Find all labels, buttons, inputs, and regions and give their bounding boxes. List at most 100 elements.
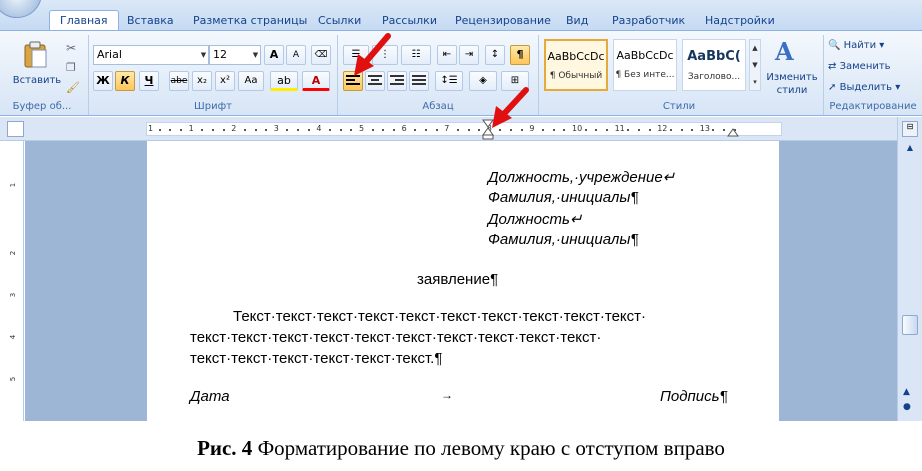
browse-object-icon[interactable]: ● (903, 402, 911, 412)
tab-insert[interactable]: Вставка (127, 11, 174, 30)
ruler-tick (382, 129, 385, 131)
align-center-button[interactable] (365, 71, 385, 91)
horizontal-ruler[interactable]: 1 1 2 3 4 5 6 7 8 9 10 11 12 13 (0, 117, 922, 141)
change-case-button[interactable]: Aa (238, 71, 264, 91)
tab-home[interactable]: Главная (49, 10, 119, 31)
replace-label: Заменить (839, 61, 891, 72)
editing-group-label: Редактирование (829, 101, 917, 112)
superscript-button[interactable]: x² (215, 71, 235, 91)
chevron-down-icon[interactable]: ▼ (250, 46, 261, 64)
word-window: Главная Вставка Разметка страницы Ссылки… (0, 0, 922, 471)
show-marks-button[interactable]: ¶ (510, 45, 530, 65)
strikethrough-button[interactable]: abe (169, 71, 189, 91)
find-button[interactable]: 🔍 Найти ▾ (828, 37, 884, 55)
bold-button[interactable]: Ж (93, 71, 113, 91)
right-indent-marker[interactable] (727, 127, 739, 137)
bullets-icon[interactable]: ☰ (343, 45, 369, 65)
doc-date[interactable]: Дата (190, 388, 230, 405)
increase-indent-icon[interactable]: ⇥ (459, 45, 479, 65)
styles-group-label: Стили (662, 101, 696, 112)
doc-signature[interactable]: Подпись¶ (660, 388, 728, 405)
borders-icon[interactable]: ⊞ (501, 71, 529, 91)
ruler-tick (371, 129, 374, 131)
highlight-button[interactable]: ab (270, 71, 298, 91)
decrease-indent-icon[interactable]: ⇤ (437, 45, 457, 65)
font-color-button[interactable]: A (302, 71, 330, 91)
underline-button[interactable]: Ч (139, 71, 159, 91)
ruler-tick (339, 129, 342, 131)
tab-developer[interactable]: Разработчик (612, 11, 685, 30)
ruler-tick (286, 129, 289, 131)
paste-icon[interactable] (22, 41, 50, 69)
doc-body-line[interactable]: текст·текст·текст·текст·текст·текст.¶ (190, 350, 442, 367)
doc-line-position[interactable]: Должность↵ (488, 210, 582, 228)
caption-text: Форматирование по левому краю с отступом… (252, 436, 725, 460)
vertical-scrollbar[interactable]: ⊟ ▲ ▲ ● (897, 117, 922, 421)
tab-view[interactable]: Вид (566, 11, 588, 30)
doc-title[interactable]: заявление¶ (417, 271, 498, 288)
scroll-up-icon[interactable]: ▲ (902, 143, 918, 159)
styles-scroll[interactable]: ▲ ▼ ▾ (749, 39, 761, 91)
change-styles-button[interactable]: Изменить стили (764, 71, 820, 97)
cursor-icon: ➚ (828, 82, 837, 93)
ruler-tick (712, 129, 715, 131)
style-no-spacing[interactable]: AaBbCcDc ¶ Без инте... (613, 39, 677, 91)
ruler-number: 9 (529, 124, 535, 133)
previous-page-icon[interactable]: ▲ (903, 387, 910, 397)
format-painter-icon[interactable]: 🖌 (66, 81, 80, 94)
first-line-indent-marker[interactable] (482, 119, 494, 141)
multilevel-list-icon[interactable]: ☷ (401, 45, 431, 65)
chevron-down-icon[interactable]: ▼ (198, 46, 209, 64)
ruler-number: 5 (359, 124, 365, 133)
document-page[interactable]: Должность,·учреждение↵ Фамилия,·инициалы… (147, 141, 779, 421)
grow-font-button[interactable]: A (264, 45, 284, 65)
tab-page-layout[interactable]: Разметка страницы (193, 11, 307, 30)
ruler-number: 7 (444, 124, 450, 133)
copy-icon[interactable]: ❐ (66, 61, 76, 74)
caption-label: Рис. 4 (197, 436, 253, 460)
ruler-number: 10 (572, 124, 583, 133)
ruler-tick (605, 129, 608, 131)
tab-mailings[interactable]: Рассылки (382, 11, 437, 30)
scrollbar-thumb[interactable] (902, 315, 918, 335)
ruler-toggle-icon[interactable]: ⊟ (902, 121, 918, 137)
cut-icon[interactable]: ✂ (66, 41, 76, 55)
ruler-tick (169, 129, 172, 131)
doc-line-name[interactable]: Фамилия,·инициалы¶ (488, 231, 638, 248)
replace-button[interactable]: ⇄ Заменить (828, 58, 891, 76)
clear-format-button[interactable]: ⌫ (311, 45, 331, 65)
tab-addins[interactable]: Надстройки (705, 11, 775, 30)
tab-selector[interactable] (7, 121, 24, 137)
justify-button[interactable] (409, 71, 429, 91)
tab-references[interactable]: Ссылки (318, 11, 361, 30)
doc-body-line[interactable]: Текст·текст·текст·текст·текст·текст·текс… (233, 308, 646, 325)
select-button[interactable]: ➚ Выделить ▾ (828, 79, 900, 97)
align-right-button[interactable] (387, 71, 407, 91)
sort-icon[interactable]: ↕ (485, 45, 505, 65)
align-left-button[interactable] (343, 71, 363, 91)
shading-icon[interactable]: ◈ (469, 71, 497, 91)
font-name-input[interactable]: Arial (93, 45, 209, 65)
ruler-tick (297, 129, 300, 131)
font-group-label: Шрифт (194, 101, 232, 112)
shrink-font-button[interactable]: A (286, 45, 306, 65)
paste-button[interactable]: Вставить (10, 71, 64, 91)
ruler-number: 3 (273, 124, 279, 133)
italic-button[interactable]: К (115, 71, 135, 91)
tab-review[interactable]: Рецензирование (455, 11, 551, 30)
style-heading[interactable]: AaBbC( Заголово... (682, 39, 746, 91)
ruler-number: 13 (699, 124, 710, 133)
separator (538, 35, 539, 115)
doc-line-position[interactable]: Должность,·учреждение↵ (488, 168, 675, 186)
ruler-number: 2 (9, 250, 18, 256)
change-styles-icon[interactable]: A (775, 37, 794, 66)
doc-body-line[interactable]: текст·текст·текст·текст·текст·текст·текс… (190, 329, 601, 346)
office-button[interactable] (0, 0, 42, 18)
subscript-button[interactable]: x₂ (192, 71, 212, 91)
doc-line-name[interactable]: Фамилия,·инициалы¶ (488, 189, 638, 206)
numbering-icon[interactable]: ⋮ (372, 45, 398, 65)
ruler-tick (595, 129, 598, 131)
style-normal[interactable]: AaBbCcDc ¶ Обычный (544, 39, 608, 91)
line-spacing-icon[interactable]: ↕☰ (435, 71, 463, 91)
replace-icon: ⇄ (828, 61, 837, 72)
